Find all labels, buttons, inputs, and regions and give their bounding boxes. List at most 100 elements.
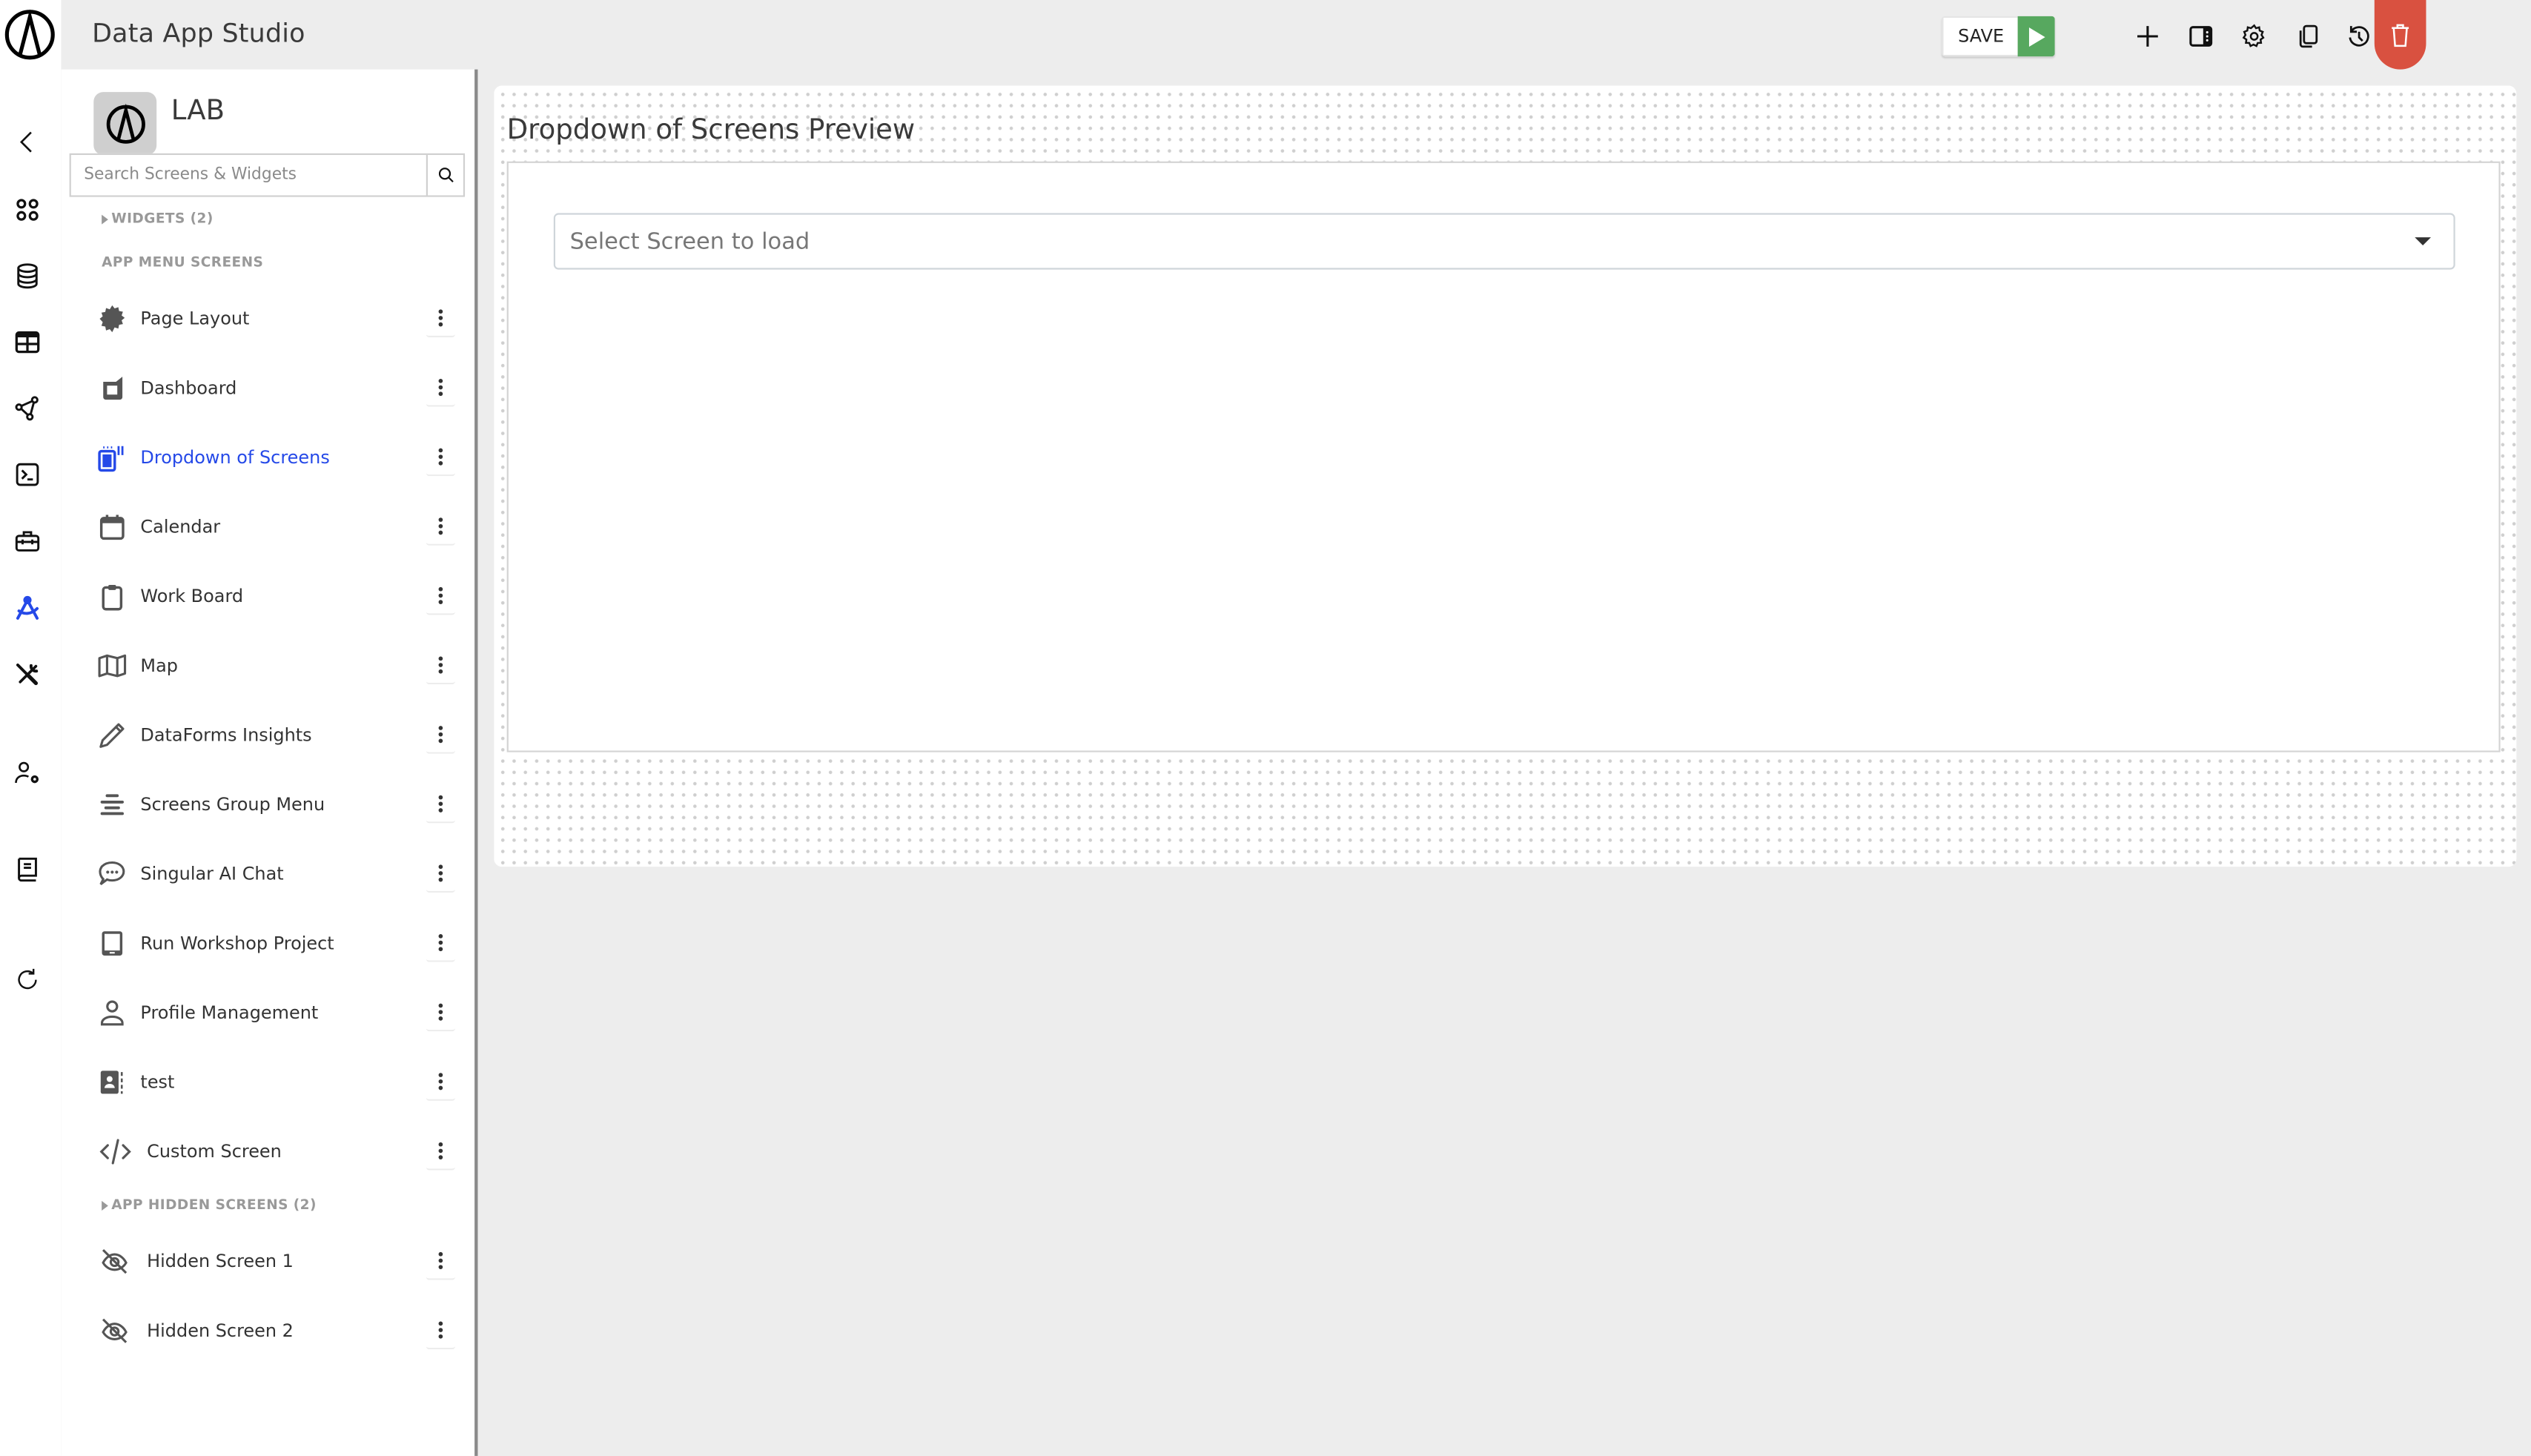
preview-title: Dropdown of Screens Preview bbox=[506, 114, 916, 148]
left-rail bbox=[0, 0, 63, 1456]
screen-item-label: Page Layout bbox=[140, 307, 250, 329]
more-options-button[interactable] bbox=[426, 716, 455, 753]
eye-off-icon bbox=[93, 1312, 136, 1348]
screen-select-dropdown[interactable]: Select Screen to load bbox=[553, 213, 2455, 270]
caret-down-icon bbox=[2415, 237, 2432, 245]
kebab-icon bbox=[438, 308, 443, 326]
calendar-icon bbox=[93, 509, 129, 544]
preview-button[interactable] bbox=[2018, 16, 2056, 57]
terminal-icon[interactable] bbox=[10, 457, 45, 492]
hidden-screens-section-toggle[interactable]: APP HIDDEN SCREENS (2) bbox=[102, 1198, 317, 1214]
kebab-icon bbox=[438, 377, 443, 396]
add-button[interactable] bbox=[2131, 19, 2163, 52]
screen-item-custom-screen[interactable]: Custom Screen bbox=[93, 1127, 455, 1175]
design-icon[interactable] bbox=[10, 591, 45, 626]
widgets-section-toggle[interactable]: WIDGETS (2) bbox=[102, 211, 214, 228]
table-icon[interactable] bbox=[10, 325, 45, 360]
refresh-icon[interactable] bbox=[10, 962, 45, 998]
screen-item-label: Calendar bbox=[140, 515, 221, 537]
design-canvas[interactable]: Dropdown of Screens Preview Select Scree… bbox=[494, 85, 2517, 867]
duplicate-button[interactable] bbox=[2291, 19, 2323, 52]
search-button[interactable] bbox=[426, 155, 463, 196]
apps-icon[interactable] bbox=[10, 192, 45, 228]
screen-item-label: Work Board bbox=[140, 585, 244, 606]
user-settings-icon[interactable] bbox=[10, 755, 45, 791]
copy-icon bbox=[2298, 24, 2317, 47]
more-options-button[interactable] bbox=[426, 646, 455, 684]
more-options-button[interactable] bbox=[426, 924, 455, 962]
menu-lines-icon bbox=[93, 786, 129, 821]
kebab-icon bbox=[438, 794, 443, 812]
search-input[interactable] bbox=[70, 155, 426, 196]
menu-screens-heading: APP MENU SCREENS bbox=[102, 255, 264, 271]
graph-icon[interactable] bbox=[10, 391, 45, 426]
toolbox-icon[interactable] bbox=[10, 523, 45, 558]
more-options-button[interactable] bbox=[426, 1242, 455, 1280]
play-icon bbox=[2028, 26, 2045, 47]
user-icon bbox=[93, 994, 129, 1030]
screen-item-run-workshop-project[interactable]: Run Workshop Project bbox=[93, 919, 455, 967]
more-options-button[interactable] bbox=[426, 785, 455, 823]
kebab-icon bbox=[438, 725, 443, 743]
panel-toggle-button[interactable] bbox=[2184, 19, 2217, 52]
screen-item-label: DataForms Insights bbox=[140, 724, 312, 745]
screen-item-label: Profile Management bbox=[140, 1002, 319, 1023]
screen-item-label: Screens Group Menu bbox=[140, 793, 325, 815]
more-options-button[interactable] bbox=[426, 577, 455, 615]
screen-item-calendar[interactable]: Calendar bbox=[93, 502, 455, 550]
screen-item-work-board[interactable]: Work Board bbox=[93, 572, 455, 620]
caret-right-icon bbox=[102, 214, 108, 225]
tools-icon[interactable] bbox=[10, 657, 45, 692]
screens-panel: LAB WIDGETS (2) APP MENU SCREENS Page La… bbox=[61, 69, 478, 1456]
screen-item-hidden-screen-1[interactable]: Hidden Screen 1 bbox=[93, 1237, 455, 1285]
dropdown-screens-icon bbox=[93, 439, 129, 474]
more-options-button[interactable] bbox=[426, 1063, 455, 1100]
screen-item-dropdown-of-screens[interactable]: Dropdown of Screens bbox=[93, 433, 455, 481]
search-icon bbox=[437, 168, 453, 182]
screen-item-dataforms-insights[interactable]: DataForms Insights bbox=[93, 710, 455, 758]
back-icon[interactable] bbox=[10, 125, 45, 160]
kebab-icon bbox=[438, 586, 443, 603]
kebab-icon bbox=[438, 933, 443, 950]
more-options-button[interactable] bbox=[426, 508, 455, 545]
settings-button[interactable] bbox=[2237, 19, 2270, 52]
more-options-button[interactable] bbox=[426, 438, 455, 476]
trash-icon bbox=[2392, 23, 2409, 47]
screen-item-singular-ai-chat[interactable]: Singular AI Chat bbox=[93, 849, 455, 897]
kebab-icon bbox=[438, 1072, 443, 1090]
screen-preview-widget[interactable]: Select Screen to load bbox=[506, 161, 2501, 752]
kebab-icon bbox=[438, 655, 443, 673]
screen-item-hidden-screen-2[interactable]: Hidden Screen 2 bbox=[93, 1306, 455, 1354]
more-options-button[interactable] bbox=[426, 300, 455, 337]
pencil-icon bbox=[93, 717, 129, 752]
screen-item-page-layout[interactable]: Page Layout bbox=[93, 294, 455, 342]
screen-item-label: test bbox=[140, 1071, 175, 1092]
lab-logo-icon bbox=[105, 102, 145, 143]
delete-button[interactable] bbox=[2374, 0, 2426, 70]
badge-icon bbox=[93, 300, 129, 336]
history-button[interactable] bbox=[2342, 19, 2375, 52]
more-options-button[interactable] bbox=[426, 1132, 455, 1170]
screen-item-dashboard[interactable]: Dashboard bbox=[93, 363, 455, 411]
book-icon[interactable] bbox=[10, 850, 45, 886]
more-options-button[interactable] bbox=[426, 855, 455, 892]
history-icon bbox=[2348, 25, 2369, 46]
widgets-section-label: WIDGETS (2) bbox=[111, 211, 214, 228]
screen-item-label: Dropdown of Screens bbox=[140, 446, 330, 468]
screen-item-screens-group-menu[interactable]: Screens Group Menu bbox=[93, 780, 455, 828]
dashboard-icon bbox=[93, 370, 129, 406]
app-logo-icon[interactable] bbox=[3, 8, 56, 62]
database-icon[interactable] bbox=[10, 258, 45, 294]
more-options-button[interactable] bbox=[426, 369, 455, 406]
screen-item-test[interactable]: test bbox=[93, 1057, 455, 1105]
plus-icon bbox=[2136, 25, 2157, 46]
screen-item-map[interactable]: Map bbox=[93, 641, 455, 689]
more-options-button[interactable] bbox=[426, 993, 455, 1031]
screen-item-profile-management[interactable]: Profile Management bbox=[93, 988, 455, 1036]
save-group: SAVE bbox=[1942, 16, 2056, 57]
more-options-button[interactable] bbox=[426, 1311, 455, 1349]
screen-item-label: Run Workshop Project bbox=[140, 932, 334, 953]
save-button[interactable]: SAVE bbox=[1942, 16, 2019, 57]
panel-icon bbox=[2188, 25, 2212, 46]
screen-item-label: Singular AI Chat bbox=[140, 862, 284, 884]
